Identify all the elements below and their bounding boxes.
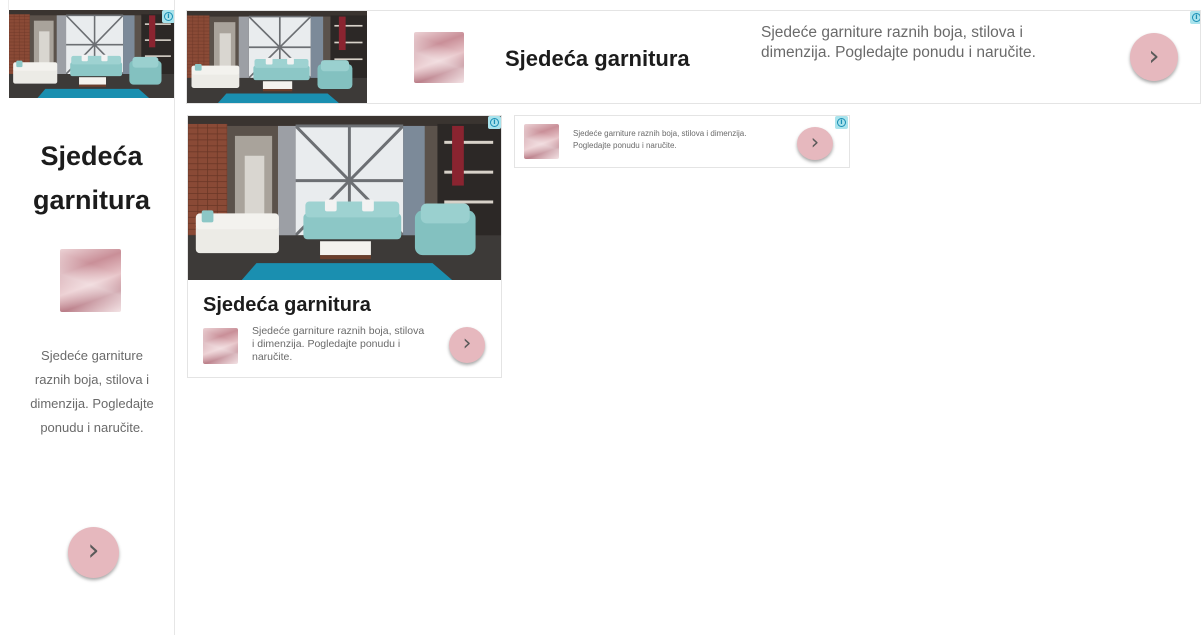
chevron-right-icon: › <box>1148 38 1160 72</box>
ad-rectangle-photo[interactable] <box>188 116 501 280</box>
chevron-right-icon: › <box>87 533 100 568</box>
ad-tall-cta-button[interactable]: › <box>68 527 119 578</box>
ad-leaderboard[interactable]: Sjedeća garnitura Sjedeće garniture razn… <box>186 10 1201 104</box>
ad-rectangle-logo[interactable] <box>203 328 238 364</box>
ad-tall-title[interactable]: Sjedeća garnitura <box>18 134 165 222</box>
ad-rectangle-cta-button[interactable]: › <box>449 327 485 363</box>
ad-column-divider <box>174 0 175 635</box>
ad-banner-logo[interactable] <box>524 124 559 159</box>
ad-tall-description: Sjedeće garniture raznih boja, stilova i… <box>30 348 154 435</box>
ad-banner-cta-button[interactable]: › <box>797 127 833 160</box>
ad-banner[interactable]: Sjedeće garniture raznih boja, stilova i… <box>514 115 850 168</box>
chevron-right-icon: › <box>462 331 472 356</box>
ad-leaderboard-logo[interactable] <box>414 32 464 83</box>
ad-tall-logo[interactable] <box>60 249 121 312</box>
adchoices-icon[interactable]: i <box>488 116 501 129</box>
ad-tall-photo[interactable] <box>9 10 175 98</box>
ad-leaderboard-photo[interactable] <box>187 11 367 103</box>
adchoices-icon[interactable]: i <box>1190 11 1200 24</box>
ad-rectangle-title[interactable]: Sjedeća garnitura <box>203 292 371 318</box>
chevron-right-icon: › <box>810 130 820 154</box>
ad-banner-description: Sjedeće garniture raznih boja, stilova i… <box>573 129 747 150</box>
adchoices-icon[interactable]: i <box>835 116 848 129</box>
ad-rectangle-description: Sjedeće garniture raznih boja, stilova i… <box>252 325 425 363</box>
ad-rectangle[interactable]: i Sjedeća garnitura Sjedeće garniture ra… <box>187 115 502 378</box>
ad-leaderboard-cta-button[interactable]: › <box>1130 33 1178 81</box>
ad-tall[interactable]: i Sjedeća garnitura Sjedeće garniture ra… <box>8 10 175 635</box>
ad-leaderboard-title[interactable]: Sjedeća garnitura <box>505 45 690 73</box>
ad-leaderboard-description: Sjedeće garniture raznih boja, stilova i… <box>761 24 1036 61</box>
